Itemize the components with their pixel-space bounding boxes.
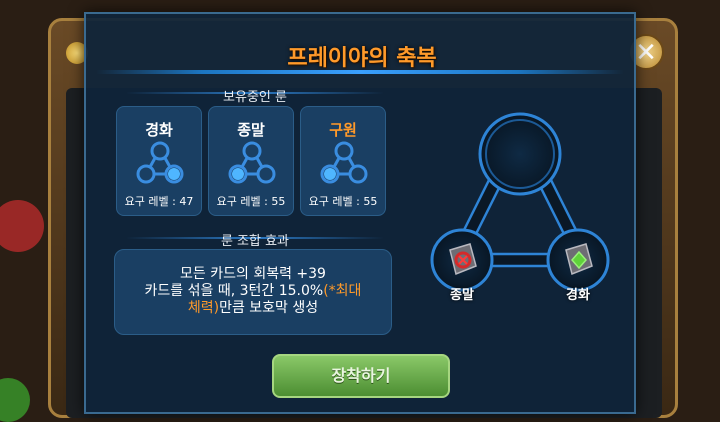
effect-line-3: 체력)만큼 보호막 생성 [115, 300, 391, 317]
effect-line-2-text: 카드를 섞을 때, 3턴간 15.0% [144, 283, 324, 299]
dialog-title: 프레이야의 축복 [287, 46, 437, 71]
rune-level: 요구 레벨 : 47 [124, 195, 194, 208]
rune-dialog: 프레이야의 축복 보유중인 룬 경화 요구 레벨 : 47 종말 요구 레벨:… [84, 12, 636, 414]
rune-level: 요구 레벨 : 55 [216, 195, 286, 208]
combo-effect-label: 룬 조합 효과 [220, 234, 290, 249]
combo-effect-box: 모든 카드의 회복력 +39 카드를 섞을 때, 3턴간 15.0%(*최대 체… [114, 249, 392, 335]
top-rune-slot[interactable] [478, 112, 562, 196]
right-node-label: 경화 [566, 288, 590, 303]
rune-card-2[interactable]: 종말 요구 레벨 : 55 [208, 106, 294, 216]
rune-slot-left-icon [228, 141, 276, 184]
rune-card-3[interactable]: 구원 요구 레벨 : 55 [300, 106, 386, 216]
effect-line-1: 모든 카드의 회복력 +39 [180, 266, 326, 282]
rune-slot-right-icon [136, 141, 184, 184]
effect-line-3-highlight: 체력) [187, 300, 220, 316]
effect-line-3-text: 만큼 보호막 생성 [219, 300, 319, 316]
background-green-orb [0, 378, 30, 422]
title-divider [96, 70, 624, 74]
rune-slot-left-icon [320, 141, 368, 184]
rune-card-1[interactable]: 경화 요구 레벨 : 47 [116, 106, 202, 216]
rune-level: 요구 레벨 : 55 [308, 195, 378, 208]
background-red-orb [0, 200, 44, 252]
left-node-label: 종말 [450, 288, 474, 303]
equip-button[interactable]: 장착하기 [272, 354, 450, 398]
owned-runes-label: 보유중인 룬 [223, 90, 287, 105]
effect-line-2: 카드를 섞을 때, 3턴간 15.0%(*최대 [115, 283, 391, 300]
effect-line-2-highlight: (*최대 [323, 283, 362, 299]
